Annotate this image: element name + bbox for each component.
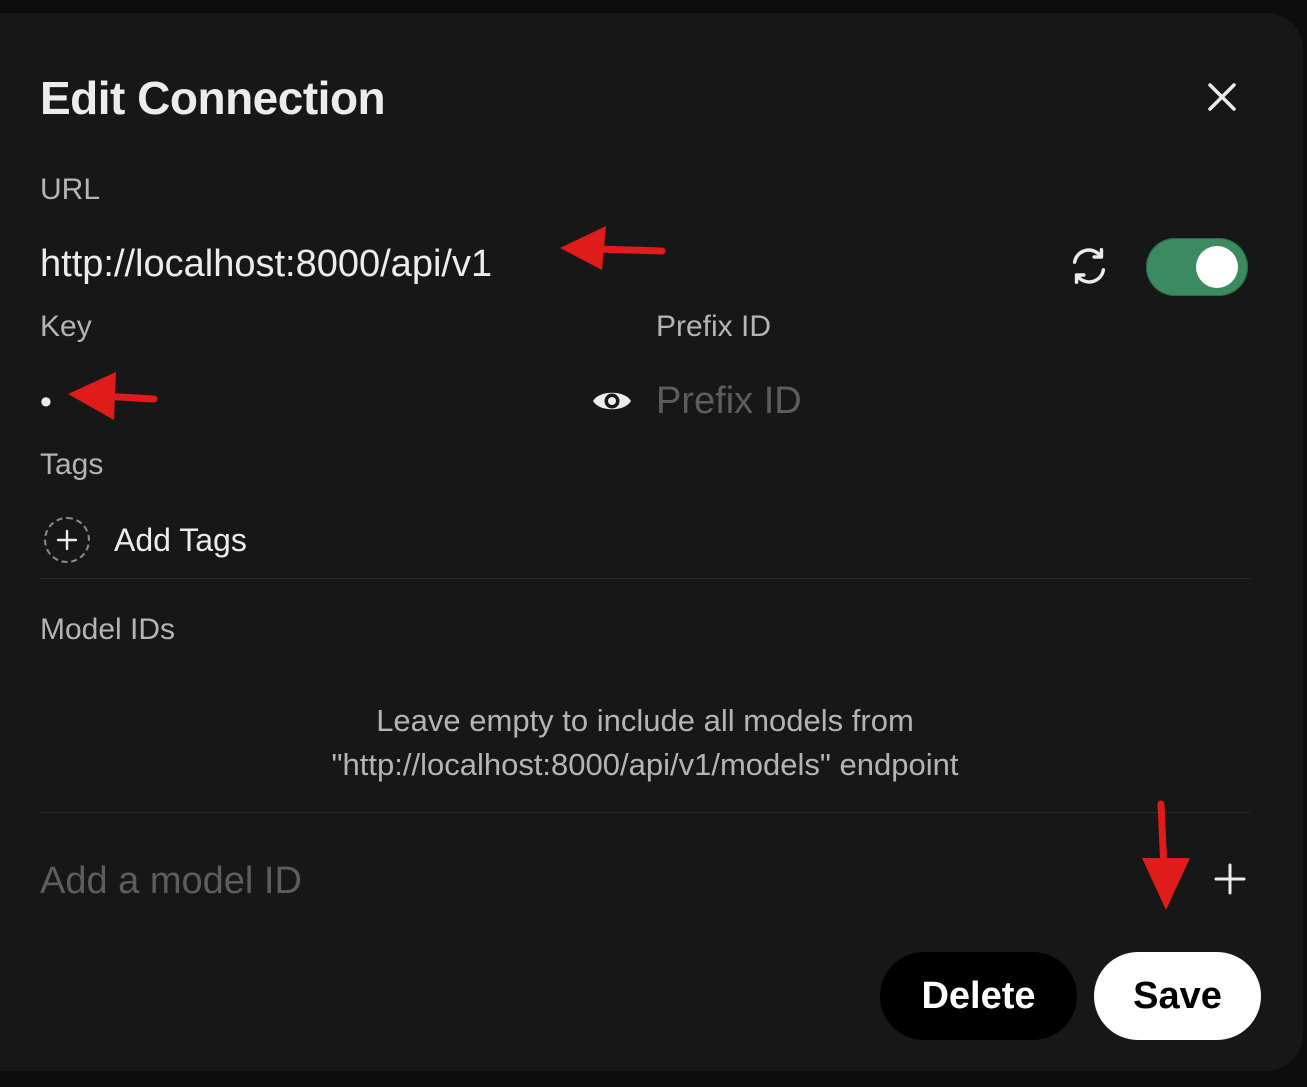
key-input[interactable] xyxy=(40,375,580,429)
section-divider xyxy=(40,578,1250,579)
edit-connection-modal: Edit Connection URL Key Prefix ID Tags xyxy=(0,13,1303,1071)
url-label: URL xyxy=(40,173,101,206)
delete-button[interactable]: Delete xyxy=(880,952,1077,1040)
prefix-id-label: Prefix ID xyxy=(656,310,772,343)
add-model-id-button[interactable] xyxy=(1208,857,1252,901)
model-ids-hint-line2: "http://localhost:8000/api/v1/models" en… xyxy=(331,747,959,782)
close-button[interactable] xyxy=(1198,73,1246,121)
refresh-icon xyxy=(1072,247,1106,285)
plus-icon xyxy=(1214,863,1246,895)
model-divider xyxy=(40,812,1250,813)
add-model-id-input[interactable] xyxy=(40,853,1140,909)
model-ids-hint: Leave empty to include all models from "… xyxy=(40,699,1250,787)
connection-enabled-toggle[interactable] xyxy=(1146,238,1248,296)
verify-connection-button[interactable] xyxy=(1066,243,1112,289)
model-ids-label: Model IDs xyxy=(40,613,176,646)
eye-icon xyxy=(593,392,631,410)
add-plus-icon xyxy=(56,529,78,551)
prefix-id-input[interactable] xyxy=(656,373,1216,429)
model-ids-hint-line1: Leave empty to include all models from xyxy=(376,703,914,738)
toggle-knob xyxy=(1196,246,1238,288)
modal-title: Edit Connection xyxy=(40,72,386,124)
save-button[interactable]: Save xyxy=(1094,952,1261,1040)
add-tags-label: Add Tags xyxy=(114,521,247,558)
add-tag-circle xyxy=(44,517,90,563)
tags-label: Tags xyxy=(40,448,104,481)
show-key-button[interactable] xyxy=(590,381,634,421)
key-label: Key xyxy=(40,310,92,343)
close-icon xyxy=(1208,83,1236,111)
url-input[interactable] xyxy=(40,235,560,293)
add-tags-button[interactable]: Add Tags xyxy=(44,515,247,565)
